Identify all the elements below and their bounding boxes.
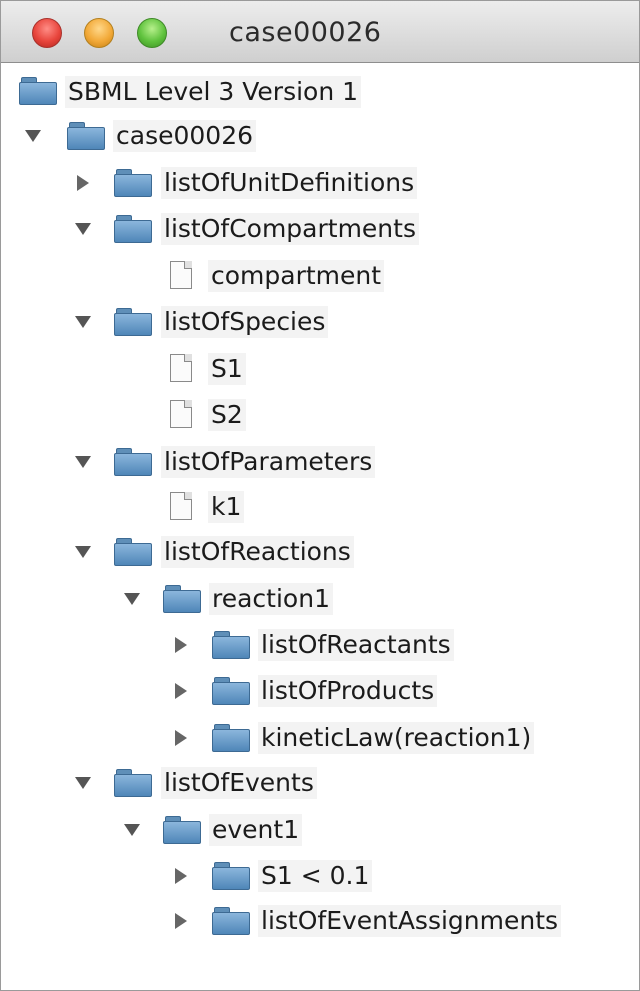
folder-icon: [114, 215, 152, 243]
folder-icon: [114, 448, 152, 476]
expand-triangle-icon[interactable]: [75, 546, 91, 558]
folder-icon: [212, 724, 250, 752]
tree-node-label: listOfReactants: [258, 629, 454, 661]
tree-node-label: listOfEventAssignments: [258, 905, 562, 937]
tree-node-label: k1: [208, 491, 245, 523]
window-title: case00026: [229, 17, 382, 48]
expand-triangle-icon[interactable]: [75, 456, 91, 468]
document-icon: [170, 400, 192, 428]
tree-node-label: listOfReactions: [161, 536, 354, 568]
app-window: case00026 SBML Level 3 Version 1 case000…: [0, 0, 640, 991]
tree-node-label: S2: [208, 399, 246, 431]
folder-icon: [212, 677, 250, 705]
tree-node-label: event1: [209, 814, 303, 846]
tree-node-label: S1: [208, 353, 246, 385]
collapsed-triangle-icon[interactable]: [175, 730, 187, 746]
collapsed-triangle-icon[interactable]: [175, 637, 187, 653]
tree-node-label: compartment: [208, 260, 385, 292]
title-bar[interactable]: case00026: [1, 1, 639, 63]
collapsed-triangle-icon[interactable]: [175, 913, 187, 929]
expand-triangle-icon[interactable]: [124, 824, 140, 836]
tree-node-label: case00026: [113, 120, 256, 152]
folder-icon: [114, 769, 152, 797]
tree-node-label: S1 < 0.1: [258, 860, 373, 892]
folder-icon: [212, 862, 250, 890]
tree-node-label: listOfProducts: [258, 675, 438, 707]
sbml-tree: SBML Level 3 Version 1 case00026 listOfU…: [1, 63, 639, 990]
tree-node-label: listOfEvents: [161, 767, 317, 799]
document-icon: [170, 261, 192, 289]
folder-icon: [19, 77, 57, 105]
folder-icon: [163, 585, 201, 613]
tree-node-label: listOfUnitDefinitions: [161, 167, 418, 199]
folder-icon: [114, 169, 152, 197]
tree-node-label: listOfParameters: [161, 446, 376, 478]
document-icon: [170, 354, 192, 382]
folder-icon: [114, 308, 152, 336]
tree-node-label: SBML Level 3 Version 1: [65, 76, 362, 108]
tree-node-label: listOfCompartments: [161, 213, 419, 245]
close-button[interactable]: [32, 18, 62, 48]
expand-triangle-icon[interactable]: [75, 316, 91, 328]
folder-icon: [163, 816, 201, 844]
tree-node-label: listOfSpecies: [161, 306, 329, 338]
expand-triangle-icon[interactable]: [75, 223, 91, 235]
document-icon: [170, 492, 192, 520]
folder-icon: [114, 538, 152, 566]
tree-node-label: kineticLaw(reaction1): [258, 722, 535, 754]
folder-icon: [212, 631, 250, 659]
folder-icon: [67, 122, 105, 150]
expand-triangle-icon[interactable]: [75, 777, 91, 789]
collapsed-triangle-icon[interactable]: [77, 175, 89, 191]
folder-icon: [212, 907, 250, 935]
zoom-button[interactable]: [137, 18, 167, 48]
minimize-button[interactable]: [84, 18, 114, 48]
collapsed-triangle-icon[interactable]: [175, 868, 187, 884]
collapsed-triangle-icon[interactable]: [175, 683, 187, 699]
expand-triangle-icon[interactable]: [25, 130, 41, 142]
tree-node-label: reaction1: [209, 583, 333, 615]
expand-triangle-icon[interactable]: [124, 593, 140, 605]
